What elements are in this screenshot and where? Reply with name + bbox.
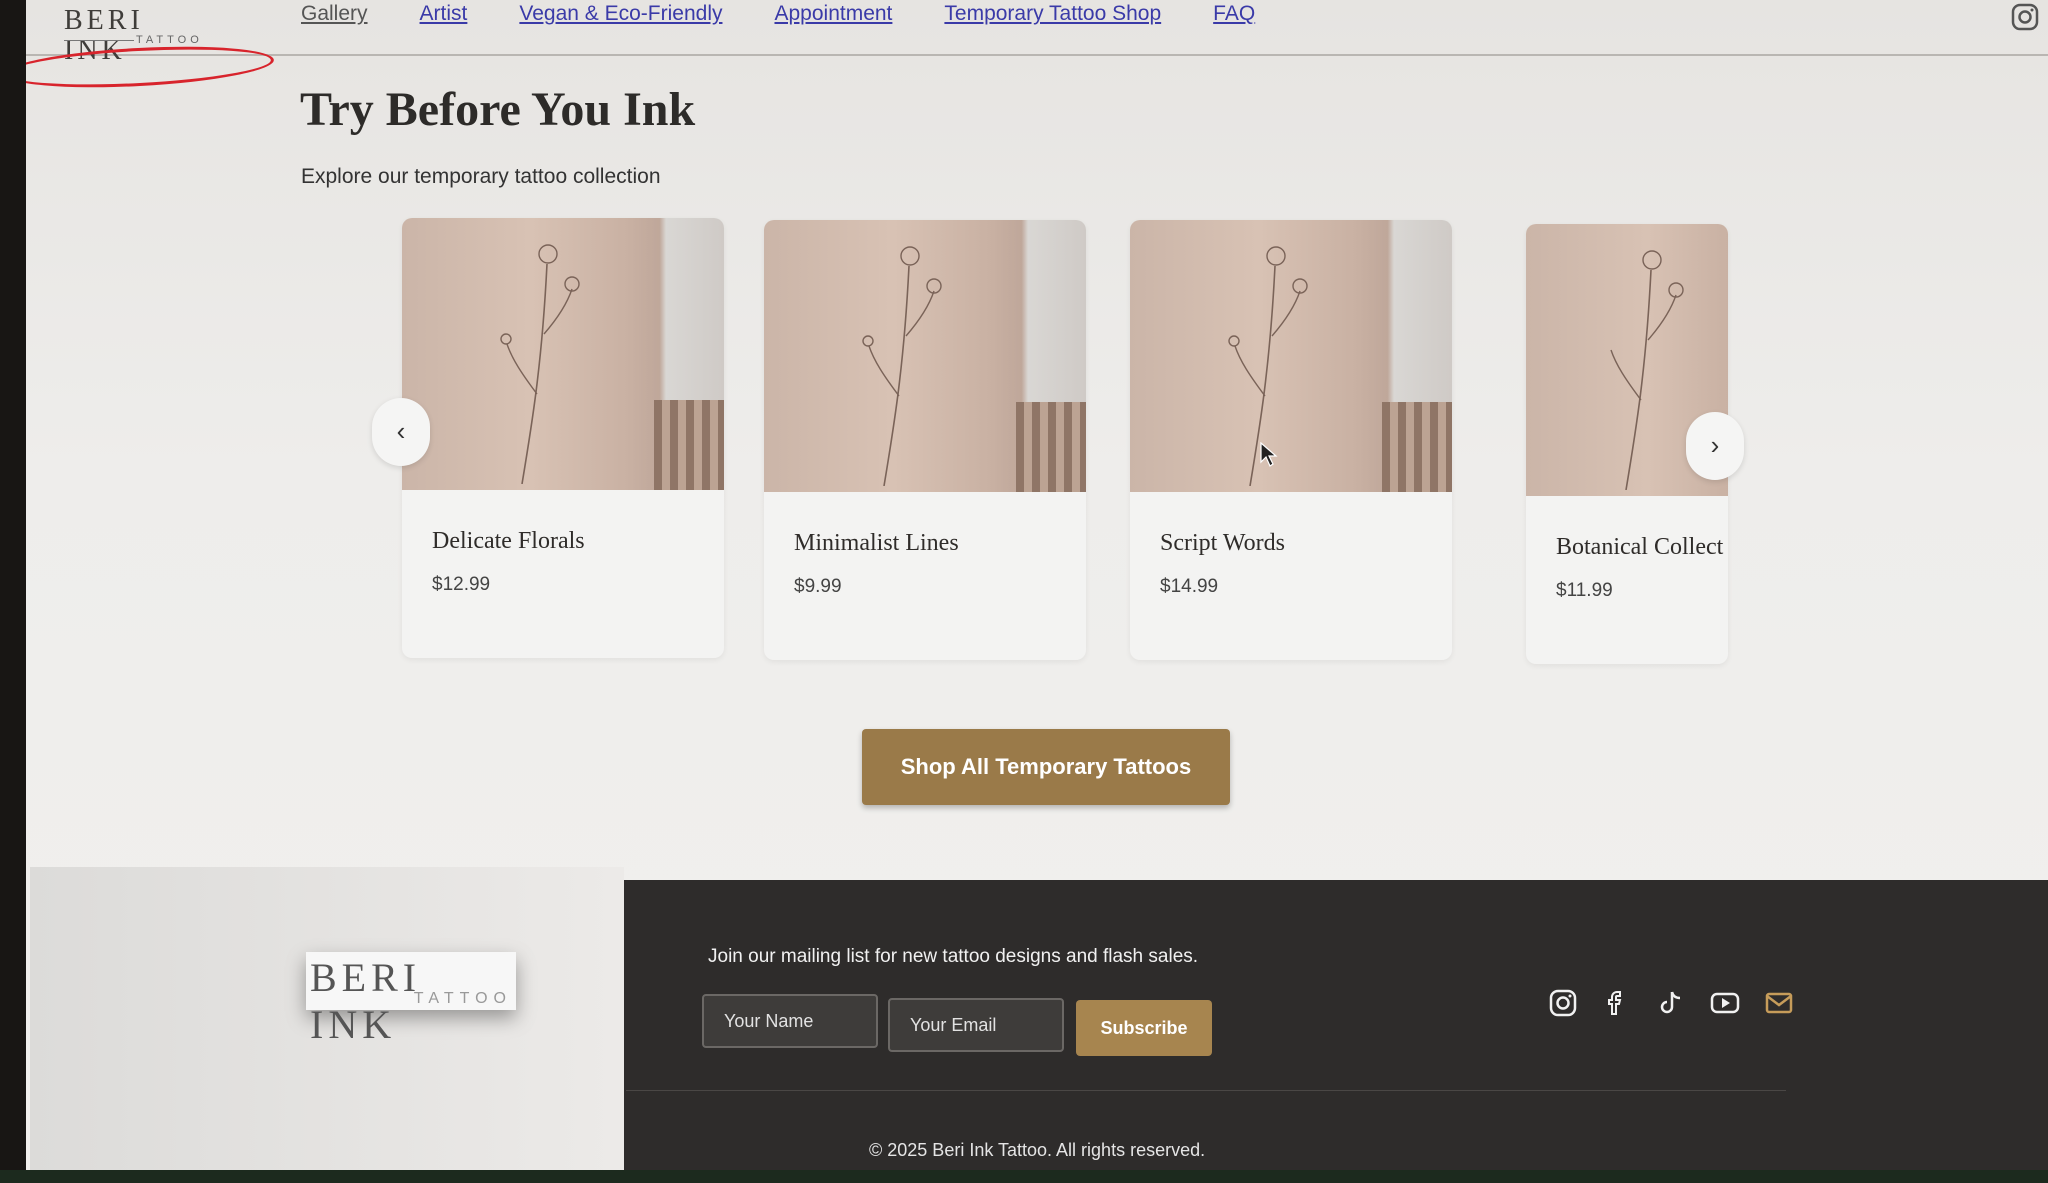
instagram-icon[interactable] xyxy=(1548,988,1578,1018)
subscribe-button[interactable]: Subscribe xyxy=(1076,1000,1212,1056)
site-header: BERI INK TATTOO Gallery Artist Vegan & E… xyxy=(26,0,2048,94)
facebook-icon[interactable] xyxy=(1602,988,1632,1018)
product-title: Script Words xyxy=(1160,530,1285,556)
main-nav: Gallery Artist Vegan & Eco-Friendly Appo… xyxy=(301,2,1307,26)
copyright-text: © 2025 Beri Ink Tattoo. All rights reser… xyxy=(869,1140,1206,1160)
social-links xyxy=(1548,988,1794,1018)
youtube-icon[interactable] xyxy=(1710,988,1740,1018)
nav-artist[interactable]: Artist xyxy=(420,2,468,26)
carousel-next-button[interactable]: › xyxy=(1686,412,1744,480)
product-title: Delicate Florals xyxy=(432,528,585,554)
name-input[interactable] xyxy=(702,994,878,1048)
page-subtitle: Explore our temporary tattoo collection xyxy=(301,165,661,188)
product-price: $12.99 xyxy=(432,574,491,595)
product-price: $11.99 xyxy=(1556,580,1613,601)
page-title: Try Before You Ink xyxy=(300,83,696,136)
footer-divider xyxy=(626,1090,1786,1091)
mouse-cursor-icon xyxy=(1260,442,1278,467)
mailing-list-text: Join our mailing list for new tattoo des… xyxy=(708,946,1199,967)
shop-all-button[interactable]: Shop All Temporary Tattoos xyxy=(862,729,1230,805)
product-price: $14.99 xyxy=(1160,576,1219,597)
product-image xyxy=(402,218,724,490)
product-carousel: Delicate Florals $12.99 Minimalist Lines… xyxy=(372,218,1748,668)
carousel-prev-button[interactable]: ‹ xyxy=(372,398,430,466)
nav-temporary-tattoo-shop[interactable]: Temporary Tattoo Shop xyxy=(944,2,1161,26)
email-icon[interactable] xyxy=(1764,988,1794,1018)
product-image xyxy=(764,220,1086,492)
nav-faq[interactable]: FAQ xyxy=(1213,2,1255,26)
desktop-strip xyxy=(0,1170,2048,1183)
footer-logo-subtext: TATTOO xyxy=(413,990,512,1007)
logo-divider xyxy=(64,40,134,41)
footer-logo[interactable]: BERI INK TATTOO xyxy=(306,952,516,1047)
email-input[interactable] xyxy=(888,998,1064,1052)
browser-screen: BERI INK TATTOO Gallery Artist Vegan & E… xyxy=(26,0,2048,1170)
product-card[interactable]: Minimalist Lines $9.99 xyxy=(764,220,1086,660)
product-card[interactable]: Delicate Florals $12.99 xyxy=(402,218,724,658)
logo-subtext: TATTOO xyxy=(136,34,203,46)
product-card[interactable]: Script Words $14.99 xyxy=(1130,220,1452,660)
nav-appointment[interactable]: Appointment xyxy=(774,2,892,26)
product-title: Minimalist Lines xyxy=(794,530,959,556)
tiktok-icon[interactable] xyxy=(1656,988,1686,1018)
instagram-icon[interactable] xyxy=(2010,2,2040,32)
product-title: Botanical Collect xyxy=(1556,534,1724,560)
nav-gallery[interactable]: Gallery xyxy=(301,2,368,26)
product-image xyxy=(1130,220,1452,492)
site-logo[interactable]: BERI INK TATTOO xyxy=(64,6,204,66)
nav-vegan-eco[interactable]: Vegan & Eco-Friendly xyxy=(519,2,722,26)
product-price: $9.99 xyxy=(794,576,842,597)
